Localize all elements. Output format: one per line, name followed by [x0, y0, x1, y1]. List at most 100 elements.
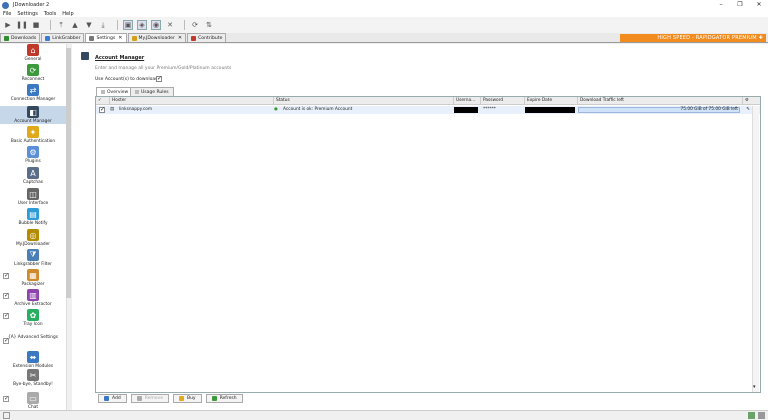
sidebar-item-label: Bubble Notify: [18, 221, 48, 226]
tab-label: Downloads: [11, 35, 37, 41]
sidebar-item-label: Account Manager: [14, 119, 52, 124]
close-tab-icon[interactable]: ✕: [178, 35, 182, 41]
tab-settings[interactable]: Settings ✕: [85, 33, 127, 42]
sidebar-item-my-jdownloader[interactable]: ◎ My.JDownloader: [0, 229, 66, 247]
extension-enable-checkbox[interactable]: [3, 395, 9, 402]
sidebar-item-label: Linkgrabber Filter: [14, 262, 52, 267]
move-down-icon[interactable]: ▼: [84, 20, 94, 30]
sidebar-item-label: Packagizer: [21, 282, 45, 287]
tab-myjdownloader[interactable]: My.JDownloader ✕: [127, 33, 187, 42]
captcha-icon: A: [27, 167, 39, 179]
reconnect-toggle-icon[interactable]: ◉: [151, 20, 161, 30]
wrench-icon: [89, 35, 95, 41]
minimize-button[interactable]: –: [716, 1, 726, 9]
tab-label: Usage Rules: [141, 89, 169, 95]
table-scrollbar[interactable]: [752, 106, 759, 392]
shutdown-icon[interactable]: ✕: [165, 20, 175, 30]
refresh-button[interactable]: Refresh: [205, 393, 243, 403]
tab-overview[interactable]: Overview: [96, 87, 134, 96]
menu-settings[interactable]: Settings: [17, 11, 38, 17]
move-up-icon[interactable]: ▲: [70, 20, 80, 30]
extension-enable-checkbox[interactable]: [3, 337, 9, 344]
tab-usage-rules[interactable]: Usage Rules: [130, 87, 174, 96]
sidebar-item-connection-manager[interactable]: ⇄ Connection Manager: [0, 84, 66, 102]
row-enabled-checkbox[interactable]: ✓: [99, 107, 105, 113]
pause-icon[interactable]: ❚❚: [16, 20, 28, 30]
username-redacted: [454, 107, 478, 113]
sidebar-item-account-manager[interactable]: ◧ Account Manager: [0, 106, 66, 124]
sidebar-item-general[interactable]: ⌂ General: [0, 44, 66, 62]
add-button[interactable]: Add: [98, 393, 127, 403]
column-status[interactable]: Status: [274, 97, 454, 105]
refresh-icon[interactable]: ⟳: [190, 20, 200, 30]
sidebar-item-linkgrabber-filter[interactable]: ⧩ Linkgrabber Filter: [0, 249, 66, 267]
sidebar-item-bye-bye-standby[interactable]: ✂ Bye-bye, Standby!: [0, 369, 66, 387]
sidebar-item-user-interface[interactable]: ◫ User Interface: [0, 188, 66, 206]
accounts-table: [95, 96, 761, 393]
maximize-button[interactable]: ❐: [735, 1, 745, 9]
sidebar-item-advanced-settings[interactable]: ✧{A} Advanced Settings: [0, 334, 66, 340]
premium-icon[interactable]: ◈: [137, 20, 147, 30]
toolbar: ▶ ❚❚ ■ ⤒ ▲ ▼ ⤓ ▣ ◈ ◉ ✕ ⟳ ⇅: [0, 17, 768, 33]
sidebar-scroll-thumb[interactable]: [66, 48, 71, 298]
sidebar-item-plugins[interactable]: ⚙ Plugins: [0, 146, 66, 164]
clipboard-icon[interactable]: ▣: [123, 20, 133, 30]
status-left-icon[interactable]: [3, 412, 10, 419]
column-settings-icon[interactable]: ⚙: [743, 97, 760, 105]
menu-help[interactable]: Help: [62, 11, 73, 17]
sidebar-item-reconnect[interactable]: ⟳ Reconnect: [0, 64, 66, 82]
stop-icon[interactable]: ■: [31, 20, 41, 30]
update-icon[interactable]: ⇅: [204, 20, 214, 30]
password-cell: ******: [483, 107, 496, 112]
close-tab-icon[interactable]: ✕: [118, 35, 122, 41]
sidebar-item-tray-icon[interactable]: ✿ Tray Icon: [0, 309, 66, 327]
toolbar-divider: [50, 20, 51, 30]
tab-linkgrabber[interactable]: LinkGrabber: [41, 33, 85, 42]
sidebar-item-label: Tray Icon: [23, 322, 43, 327]
enabled-column-header[interactable]: ✓: [96, 97, 110, 105]
tab-downloads[interactable]: Downloads: [0, 33, 41, 42]
add-icon: [104, 395, 109, 401]
myjd-icon: ◎: [27, 229, 39, 241]
column-username[interactable]: Userna...: [454, 97, 481, 105]
packagizer-icon: ▦: [27, 269, 39, 281]
row-edit-icon[interactable]: ✎: [744, 106, 752, 114]
move-top-icon[interactable]: ⤒: [56, 20, 66, 30]
reconnect-icon: ⟳: [27, 64, 39, 76]
extension-enable-checkbox[interactable]: [3, 292, 9, 299]
account-icon: [81, 52, 89, 60]
sidebar-item-packagizer[interactable]: ▦ Packagizer: [0, 269, 66, 287]
sidebar-item-extension-modules[interactable]: ⬌ Extension Modules: [0, 351, 66, 369]
extension-icon: ⬌: [27, 351, 39, 363]
column-expire-date[interactable]: Expire Date: [525, 97, 578, 105]
status-right-icon-2[interactable]: [758, 412, 765, 419]
use-accounts-label: Use Account(s) to download: [95, 77, 158, 82]
start-icon[interactable]: ▶: [3, 20, 13, 30]
title-bar: JDownloader 2 – ❐ ✕: [0, 0, 768, 10]
close-button[interactable]: ✕: [754, 1, 764, 9]
sidebar-item-captchas[interactable]: A Captchas: [0, 167, 66, 185]
use-accounts-checkbox[interactable]: ✓: [156, 76, 162, 82]
move-bottom-icon[interactable]: ⤓: [98, 20, 108, 30]
column-password[interactable]: Password: [481, 97, 525, 105]
sidebar-item-chat[interactable]: ▭ Chat: [0, 392, 66, 410]
extension-enable-checkbox[interactable]: [3, 312, 9, 319]
tab-contribute[interactable]: Contribute: [187, 33, 227, 42]
buy-button[interactable]: Buy: [172, 393, 202, 403]
menu-tools[interactable]: Tools: [44, 11, 56, 17]
sidebar-item-basic-authentication[interactable]: ✦ Basic Authentication: [0, 126, 66, 144]
linkgrabber-icon: [45, 35, 51, 41]
sidebar-item-archive-extractor[interactable]: ▥ Archive Extractor: [0, 289, 66, 307]
remove-button[interactable]: Remove: [130, 393, 169, 403]
sidebar-item-bubble-notify[interactable]: ▤ Bubble Notify: [0, 208, 66, 226]
column-hoster[interactable]: Hoster: [110, 97, 274, 105]
scroll-down-icon[interactable]: ▾: [753, 384, 756, 390]
network-icon: ⇄: [27, 84, 39, 96]
status-right-icon[interactable]: [748, 412, 755, 419]
column-traffic-left[interactable]: Download Traffic left: [578, 97, 743, 105]
menu-file[interactable]: File: [3, 11, 11, 17]
sidebar-item-label: Basic Authentication: [10, 139, 56, 144]
extension-enable-checkbox[interactable]: [3, 272, 9, 279]
ui-icon: ◫: [27, 188, 39, 200]
premium-banner[interactable]: HIGH SPEED - RAPIDGATOR PREMIUM ✚: [620, 34, 766, 42]
